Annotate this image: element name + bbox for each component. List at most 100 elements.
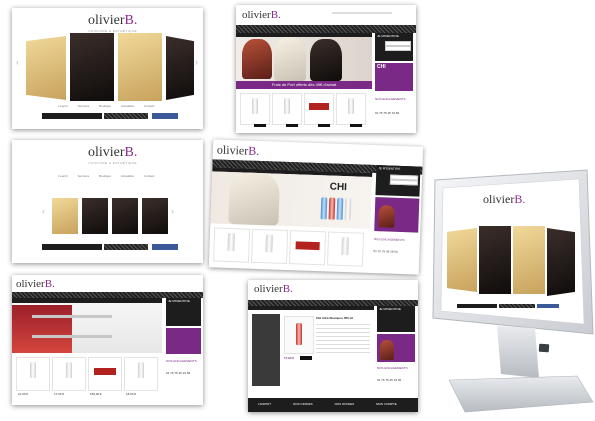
product-card[interactable] bbox=[288, 230, 327, 266]
carousel-photo bbox=[52, 198, 78, 234]
logo-name: olivier bbox=[88, 13, 125, 28]
phone: 01 76 75 45 19 56 bbox=[375, 111, 400, 115]
product-image bbox=[265, 234, 274, 253]
nav-item[interactable]: Boutique bbox=[99, 174, 111, 178]
logo-letter: B. bbox=[282, 283, 293, 295]
product-image bbox=[252, 98, 258, 114]
footer-link[interactable]: MON COMPTE bbox=[376, 402, 397, 406]
product-card[interactable] bbox=[251, 228, 289, 265]
banner-product bbox=[320, 197, 328, 220]
engagements-title: NOS ENGAGEMENTS bbox=[377, 366, 408, 370]
carousel-next-icon[interactable]: › bbox=[195, 57, 198, 67]
footer-link[interactable]: NOS OFFRES bbox=[293, 402, 313, 406]
banner-model bbox=[310, 39, 342, 81]
add-to-cart-button[interactable] bbox=[254, 124, 266, 127]
logo[interactable]: olivierB. bbox=[254, 283, 293, 295]
facebook-badge[interactable] bbox=[152, 244, 178, 250]
password-input[interactable] bbox=[385, 46, 411, 51]
mockup-chi-banner: olivierB. CHI JE M'IDENTIFIE NOS ENGAGEM… bbox=[208, 139, 424, 275]
product-image bbox=[227, 232, 236, 252]
nav-item[interactable]: Boutique bbox=[99, 104, 111, 108]
product-card[interactable] bbox=[124, 357, 158, 391]
carousel-prev-icon[interactable]: ‹ bbox=[16, 57, 19, 67]
product-image bbox=[341, 236, 349, 256]
product-price: 17,90 € bbox=[284, 356, 295, 360]
product-card[interactable] bbox=[52, 357, 86, 391]
hero-banner bbox=[236, 37, 372, 85]
carousel-photo bbox=[142, 198, 168, 234]
product-card[interactable] bbox=[336, 93, 366, 125]
logo[interactable]: olivierB. COIFFURE & ESTHÉTIQUE bbox=[88, 13, 137, 33]
nav-item[interactable]: L'esprit bbox=[58, 174, 68, 178]
main-nav: L'esprit Services Boutique Actualités Co… bbox=[58, 174, 154, 178]
product-image bbox=[296, 323, 302, 345]
footer-link[interactable]: NOS OFFRES bbox=[335, 402, 355, 406]
nav-item[interactable]: Services bbox=[78, 104, 90, 108]
add-to-cart-button[interactable] bbox=[318, 124, 330, 127]
nav-item[interactable]: L'esprit bbox=[58, 104, 68, 108]
facebook-badge[interactable] bbox=[152, 113, 178, 119]
promo-text: Frais de Port offerts dès 49€ d'achat bbox=[271, 82, 337, 87]
product-image bbox=[94, 368, 116, 375]
carousel-photo bbox=[166, 36, 194, 100]
menu-bar bbox=[248, 306, 374, 310]
logo-name: olivier bbox=[216, 142, 249, 158]
logo-name: olivier bbox=[242, 9, 271, 21]
monitor-bottom-pattern bbox=[499, 304, 535, 308]
promo-model bbox=[380, 340, 394, 360]
nav-item[interactable]: Services bbox=[78, 174, 90, 178]
logo[interactable]: olivierB. COIFFURE & ESTHÉTIQUE bbox=[88, 145, 137, 165]
promo-block bbox=[166, 328, 201, 354]
product-card[interactable] bbox=[213, 227, 251, 263]
monitor-photo bbox=[547, 228, 575, 296]
logo-letter: B. bbox=[248, 143, 260, 158]
carousel-next-icon[interactable]: › bbox=[171, 206, 174, 216]
nav-item[interactable]: Actualités bbox=[121, 104, 134, 108]
footer-link[interactable]: L'ESPRIT bbox=[258, 402, 271, 406]
carousel-photo bbox=[82, 198, 108, 234]
category-sidebar bbox=[252, 314, 280, 386]
carousel-photo bbox=[70, 33, 114, 101]
product-title: CHI Infra Shampoo 355 ml bbox=[316, 316, 354, 320]
nav-item[interactable]: Actualités bbox=[121, 174, 134, 178]
logo-letter: B. bbox=[124, 145, 138, 160]
login-title: JE M'IDENTIFIE bbox=[168, 299, 190, 303]
logo[interactable]: olivierB. bbox=[242, 9, 281, 21]
product-card[interactable] bbox=[240, 93, 270, 125]
product-image bbox=[66, 362, 72, 378]
carousel-prev-icon[interactable]: ‹ bbox=[42, 206, 45, 216]
add-to-cart-button[interactable] bbox=[350, 124, 362, 127]
login-title: JE M'IDENTIFIE bbox=[379, 307, 401, 311]
product-price: 21,90 € bbox=[18, 392, 29, 396]
add-to-cart-button[interactable] bbox=[286, 124, 298, 127]
banner-model bbox=[242, 39, 272, 79]
product-image bbox=[30, 362, 36, 378]
banner-model bbox=[274, 37, 306, 81]
promo-block bbox=[377, 334, 415, 362]
product-card[interactable] bbox=[272, 93, 302, 125]
header-links bbox=[332, 12, 392, 14]
product-card[interactable] bbox=[304, 93, 334, 125]
engagements-title: NOS ENGAGEMENTS bbox=[375, 97, 406, 101]
logo-name: olivier bbox=[483, 192, 515, 206]
logo[interactable]: olivierB. bbox=[16, 278, 55, 290]
product-card[interactable] bbox=[16, 357, 50, 391]
product-card[interactable] bbox=[326, 231, 365, 267]
chi-logo: CHI bbox=[329, 181, 348, 194]
logo[interactable]: olivierB. bbox=[217, 143, 260, 159]
logo-letter: B. bbox=[270, 9, 281, 21]
nav-item[interactable]: Contact bbox=[144, 174, 154, 178]
password-input[interactable] bbox=[389, 179, 418, 186]
product-price: 17,90 € bbox=[54, 392, 65, 396]
shelf-image bbox=[12, 305, 72, 353]
phone: 01 76 75 45 19 56 bbox=[373, 249, 398, 254]
product-description bbox=[316, 324, 370, 354]
add-to-cart-button[interactable] bbox=[300, 356, 312, 360]
logo-letter: B. bbox=[514, 192, 526, 206]
product-photo bbox=[284, 316, 314, 354]
mockup-home-small-carousel: olivierB. COIFFURE & ESTHÉTIQUE L'esprit… bbox=[12, 140, 203, 263]
product-card[interactable] bbox=[88, 357, 122, 391]
monitor-bottom-bar bbox=[457, 304, 497, 308]
nav-item[interactable]: Contact bbox=[144, 104, 154, 108]
login-box: JE M'IDENTIFIE bbox=[375, 33, 413, 61]
